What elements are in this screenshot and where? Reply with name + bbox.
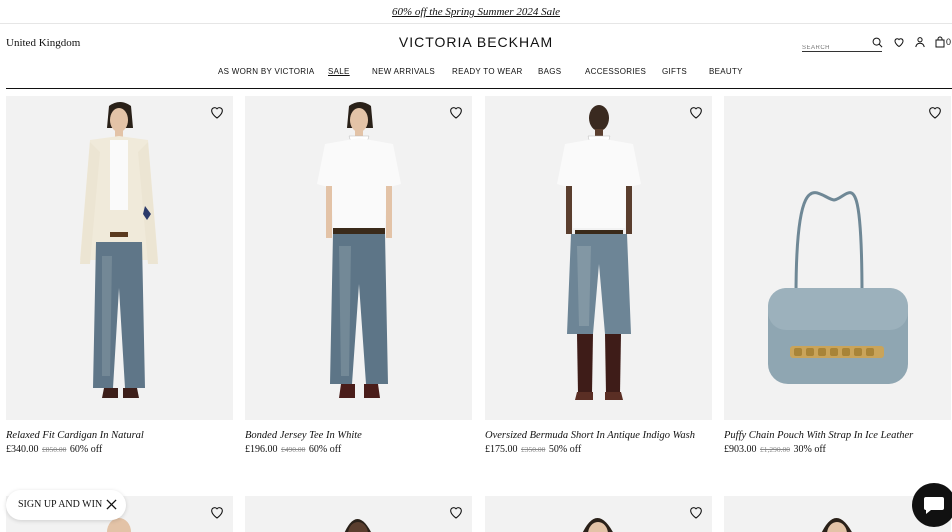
nav-gifts[interactable]: GIFTS: [662, 67, 687, 76]
search-icon[interactable]: [872, 37, 883, 48]
original-price: £1,290.00: [760, 445, 790, 454]
chat-button[interactable]: [912, 483, 952, 527]
original-price: £850.00: [42, 445, 67, 454]
product-price: £196.00 £490.00 60% off: [245, 444, 341, 455]
header: United Kingdom VICTORIA BECKHAM 0: [0, 24, 952, 64]
nav-ready-to-wear[interactable]: READY TO WEAR: [452, 67, 523, 76]
bag-icon[interactable]: [934, 36, 946, 48]
close-icon[interactable]: [106, 499, 117, 510]
wishlist-heart-icon[interactable]: [927, 104, 943, 120]
discount-label: 60% off: [308, 444, 342, 455]
wishlist-heart-icon[interactable]: [209, 104, 225, 120]
chat-bubble-icon: [924, 497, 944, 514]
logo-text[interactable]: VICTORIA BECKHAM: [399, 34, 553, 50]
product-image[interactable]: [485, 496, 712, 532]
search-input[interactable]: [802, 41, 870, 55]
nav-beauty[interactable]: BEAUTY: [709, 67, 743, 76]
promo-link[interactable]: 60% off the Spring Summer 2024 Sale: [392, 6, 560, 18]
wishlist-heart-icon[interactable]: [893, 36, 905, 48]
product-name[interactable]: Relaxed Fit Cardigan In Natural: [6, 430, 144, 441]
product-price: £340.00 £850.00 60% off: [6, 444, 102, 455]
wishlist-heart-icon[interactable]: [688, 104, 704, 120]
nav-new-arrivals[interactable]: NEW ARRIVALS: [372, 67, 435, 76]
product-name[interactable]: Bonded Jersey Tee In White: [245, 430, 362, 441]
nav-as-worn-by-victoria[interactable]: AS WORN BY VICTORIA: [218, 67, 315, 76]
nav-divider: [6, 88, 952, 89]
product-image[interactable]: [245, 496, 472, 532]
signup-popup: SIGN UP AND WIN: [6, 490, 126, 520]
product-name[interactable]: Puffy Chain Pouch With Strap In Ice Leat…: [724, 430, 913, 441]
product-image[interactable]: [6, 96, 233, 420]
discount-label: 50% off: [548, 444, 582, 455]
discount-label: 30% off: [793, 444, 826, 455]
signup-button[interactable]: SIGN UP AND WIN: [18, 499, 102, 510]
wishlist-heart-icon[interactable]: [688, 504, 704, 520]
wishlist-heart-icon[interactable]: [448, 504, 464, 520]
original-price: £490.00: [281, 445, 306, 454]
sale-price: £340.00: [6, 444, 39, 455]
account-icon[interactable]: [914, 36, 926, 48]
sale-price: £903.00: [724, 444, 757, 455]
product-image[interactable]: [724, 96, 951, 420]
nav-bags[interactable]: BAGS: [538, 67, 561, 76]
product-image[interactable]: [245, 96, 472, 420]
main-nav: AS WORN BY VICTORIA SALE NEW ARRIVALS RE…: [0, 64, 952, 90]
search-box: [802, 36, 883, 55]
product-name[interactable]: Oversized Bermuda Short In Antique Indig…: [485, 430, 695, 441]
original-price: £350.00: [521, 445, 546, 454]
sale-price: £175.00: [485, 444, 518, 455]
nav-sale[interactable]: SALE: [328, 67, 350, 76]
wishlist-heart-icon[interactable]: [448, 104, 464, 120]
discount-label: 60% off: [69, 444, 103, 455]
wishlist-heart-icon[interactable]: [209, 504, 225, 520]
sale-price: £196.00: [245, 444, 278, 455]
promo-bar: 60% off the Spring Summer 2024 Sale: [0, 0, 952, 24]
product-price: £175.00 £350.00 50% off: [485, 444, 581, 455]
product-price: £903.00 £1,290.00 30% off: [724, 444, 826, 455]
bag-count: 0: [946, 37, 952, 47]
nav-accessories[interactable]: ACCESSORIES: [585, 67, 646, 76]
product-image[interactable]: [485, 96, 712, 420]
